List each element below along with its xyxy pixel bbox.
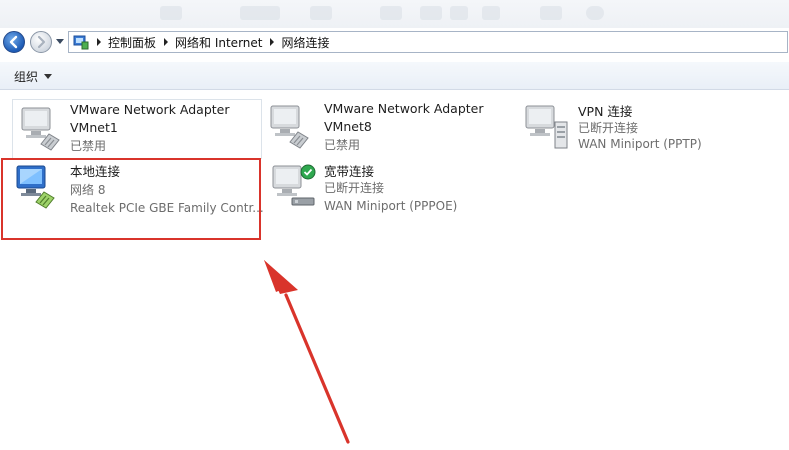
- navigation-bar: 控制面板 网络和 Internet 网络连接: [0, 28, 789, 58]
- breadcrumb-separator[interactable]: [97, 38, 101, 46]
- connections-list: VMware Network Adapter VMnet1 已禁用 VMware…: [0, 90, 789, 444]
- organize-label: 组织: [14, 70, 39, 84]
- connection-status: 已禁用: [324, 138, 361, 152]
- connection-name-line2: VMnet1: [70, 120, 118, 135]
- network-adapter-disabled-icon: [270, 105, 309, 149]
- toolbar-ghost-icon: [540, 6, 562, 20]
- breadcrumb-separator[interactable]: [270, 38, 275, 46]
- breadcrumb-network-connections[interactable]: 网络连接: [281, 34, 329, 51]
- connection-name: VMware Network Adapter: [324, 101, 484, 116]
- toolbar-ghost-icon: [450, 6, 468, 20]
- connection-item-vmnet1[interactable]: VMware Network Adapter VMnet1 已禁用: [12, 99, 262, 159]
- window-toolbar-strip: [0, 0, 789, 28]
- toolbar-ghost-icon: [240, 6, 280, 20]
- address-bar[interactable]: 控制面板 网络和 Internet 网络连接: [68, 31, 788, 53]
- connection-item-vmnet8[interactable]: VMware Network Adapter VMnet8 已禁用: [268, 101, 508, 160]
- arrow-annotation-icon: [264, 260, 350, 444]
- connection-name: VMware Network Adapter: [70, 102, 230, 117]
- toolbar-ghost-icon: [380, 6, 402, 20]
- connection-status: 已断开连接: [578, 121, 639, 135]
- arrow-left-icon: [9, 35, 18, 49]
- network-adapter-disabled-icon: [21, 107, 60, 151]
- organize-menu-button[interactable]: 组织: [14, 68, 53, 85]
- connection-name: 宽带连接: [324, 164, 375, 179]
- toolbar-ghost-icon: [420, 6, 442, 20]
- toolbar-ghost-icon: [482, 6, 500, 20]
- connection-item-vpn[interactable]: VPN 连接 已断开连接 WAN Miniport (PPTP): [523, 102, 763, 160]
- breadcrumb-network-internet[interactable]: 网络和 Internet: [175, 34, 262, 51]
- toolbar-ghost-icon: [160, 6, 182, 20]
- network-connections-icon: [73, 35, 89, 50]
- vpn-connection-icon: [525, 105, 568, 149]
- forward-button[interactable]: [30, 31, 52, 53]
- breadcrumb-control-panel[interactable]: 控制面板: [108, 34, 156, 51]
- broadband-connection-icon: [272, 164, 316, 206]
- highlight-box: [1, 158, 261, 240]
- toolbar-ghost-icon: [310, 6, 332, 20]
- connection-name-line2: VMnet8: [324, 119, 372, 134]
- chevron-down-icon: [44, 74, 53, 79]
- back-button[interactable]: [3, 31, 25, 53]
- connection-device: WAN Miniport (PPPOE): [324, 199, 458, 213]
- connection-status: 已禁用: [70, 139, 107, 153]
- connection-device: WAN Miniport (PPTP): [578, 137, 702, 151]
- arrow-right-icon: [37, 35, 46, 49]
- command-bar: 组织: [0, 62, 789, 90]
- connection-name: VPN 连接: [578, 104, 633, 119]
- connection-status: 已断开连接: [324, 181, 385, 195]
- recent-pages-dropdown[interactable]: [56, 39, 64, 44]
- connection-item-broadband[interactable]: 宽带连接 已断开连接 WAN Miniport (PPPOE): [270, 162, 510, 220]
- breadcrumb-separator[interactable]: [164, 38, 169, 46]
- toolbar-ghost-icon: [586, 6, 604, 20]
